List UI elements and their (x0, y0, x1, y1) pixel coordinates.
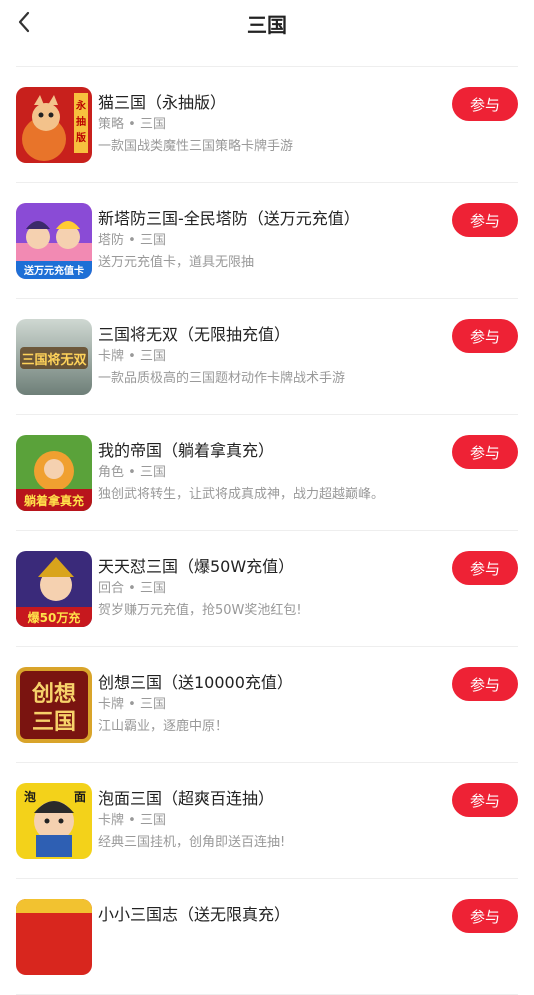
list-item[interactable]: 躺着拿真充 我的帝国（躺着拿真充） 角色 • 三国 独创武将转生，让武将成真成神… (16, 415, 518, 531)
join-button[interactable]: 参与 (452, 435, 518, 469)
game-tags: 卡牌 • 三国 (98, 697, 166, 712)
empire-icon: 躺着拿真充 (16, 435, 92, 511)
svg-text:泡: 泡 (24, 789, 36, 804)
svg-text:爆50万充: 爆50万充 (28, 610, 81, 625)
game-icon[interactable]: 三国将无双 (16, 319, 92, 395)
svg-text:躺着拿真充: 躺着拿真充 (24, 493, 84, 508)
game-icon[interactable] (16, 899, 92, 975)
cartoon-general-icon: 泡 面 (16, 783, 92, 859)
game-name: 我的帝国（躺着拿真充） (98, 441, 275, 460)
game-desc: 贺岁赚万元充值，抢50W奖池红包! (98, 603, 302, 618)
list-item[interactable]: 三国将无双 三国将无双（无限抽充值） 卡牌 • 三国 一款品质极高的三国题材动作… (16, 299, 518, 415)
game-name: 猫三国（永抽版） (98, 93, 227, 112)
game-icon[interactable]: 创想 三国 (16, 667, 92, 743)
game-tags: 卡牌 • 三国 (98, 813, 166, 828)
svg-text:面: 面 (74, 790, 86, 804)
cat-warrior-icon: 永 抽 版 (16, 87, 92, 163)
join-button[interactable]: 参与 (452, 319, 518, 353)
game-tags: 塔防 • 三国 (98, 233, 166, 248)
game-name: 泡面三国（超爽百连抽） (98, 789, 275, 808)
page-title: 三国 (247, 13, 287, 37)
svg-text:送万元充值卡: 送万元充值卡 (23, 264, 84, 277)
game-name: 三国将无双（无限抽充值） (98, 325, 291, 344)
join-button[interactable]: 参与 (452, 203, 518, 237)
top-bar: 三国 (0, 0, 534, 46)
game-icon[interactable]: 永 抽 版 (16, 87, 92, 163)
svg-text:永: 永 (75, 99, 87, 112)
svg-text:三国将无双: 三国将无双 (21, 352, 86, 368)
game-desc: 一款国战类魔性三国策略卡牌手游 (98, 139, 294, 154)
logo-icon: 三国将无双 (16, 319, 92, 395)
join-button[interactable]: 参与 (452, 551, 518, 585)
svg-text:创想: 创想 (31, 682, 76, 707)
game-tags: 卡牌 • 三国 (98, 349, 166, 364)
list-item[interactable]: 送万元充值卡 新塔防三国-全民塔防（送万元充值） 塔防 • 三国 送万元充值卡，… (16, 183, 518, 299)
list-item[interactable]: 创想 三国 创想三国（送10000充值） 卡牌 • 三国 江山霸业，逐鹿中原！ … (16, 647, 518, 763)
game-name: 天天怼三国（爆50W充值） (98, 557, 295, 576)
svg-text:三国: 三国 (32, 710, 76, 735)
game-desc: 江山霸业，逐鹿中原！ (98, 719, 229, 734)
game-list: 永 抽 版 猫三国（永抽版） 策略 • 三国 一款国战类魔性三国策略卡牌手游 参… (16, 66, 518, 995)
calligraphy-logo-icon: 创想 三国 (16, 667, 92, 743)
tower-defense-icon: 送万元充值卡 (16, 203, 92, 279)
game-icon[interactable]: 送万元充值卡 (16, 203, 92, 279)
list-item[interactable]: 泡 面 泡面三国（超爽百连抽） 卡牌 • 三国 经典三国挂机，创角即送百连抽! … (16, 763, 518, 879)
list-item[interactable]: 永 抽 版 猫三国（永抽版） 策略 • 三国 一款国战类魔性三国策略卡牌手游 参… (16, 67, 518, 183)
game-desc: 独创武将转生，让武将成真成神，战力超越巅峰。 (98, 487, 385, 502)
game-icon[interactable]: 爆50万充 (16, 551, 92, 627)
join-button[interactable]: 参与 (452, 667, 518, 701)
svg-text:版: 版 (76, 131, 86, 144)
game-tags: 角色 • 三国 (98, 465, 166, 480)
list-item[interactable]: 爆50万充 天天怼三国（爆50W充值） 回合 • 三国 贺岁赚万元充值，抢50W… (16, 531, 518, 647)
game-name: 小小三国志（送无限真充） (98, 905, 291, 924)
game-name: 创想三国（送10000充值） (98, 673, 293, 692)
game-tags: 回合 • 三国 (98, 581, 166, 596)
small-kingdom-icon (16, 899, 92, 975)
game-icon[interactable]: 躺着拿真充 (16, 435, 92, 511)
svg-text:抽: 抽 (76, 115, 86, 128)
game-name: 新塔防三国-全民塔防（送万元充值） (98, 209, 360, 228)
game-icon[interactable]: 泡 面 (16, 783, 92, 859)
game-desc: 一款品质极高的三国题材动作卡牌战术手游 (98, 371, 346, 386)
list-item[interactable]: 小小三国志（送无限真充） 参与 (16, 879, 518, 995)
join-button[interactable]: 参与 (452, 87, 518, 121)
game-desc: 送万元充值卡，道具无限抽 (98, 255, 255, 270)
join-button[interactable]: 参与 (452, 899, 518, 933)
game-tags: 策略 • 三国 (98, 117, 166, 132)
join-button[interactable]: 参与 (452, 783, 518, 817)
game-desc: 经典三国挂机，创角即送百连抽! (98, 835, 286, 850)
warrior-icon: 爆50万充 (16, 551, 92, 627)
